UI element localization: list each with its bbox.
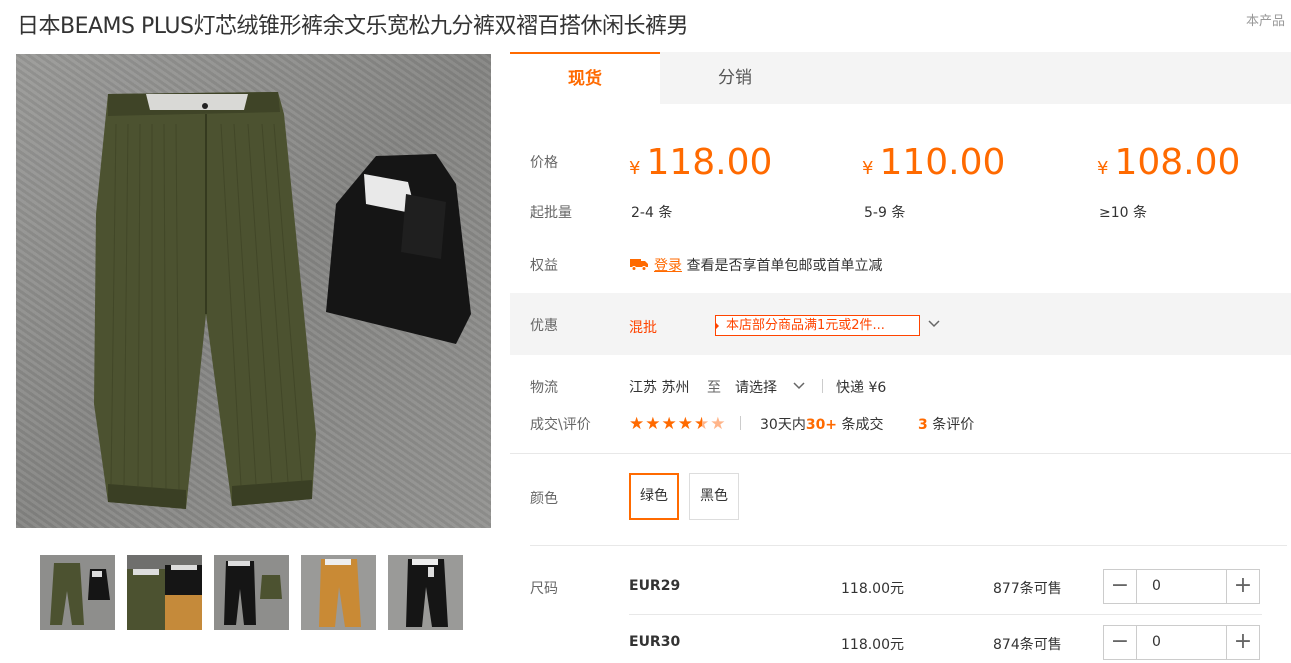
color-label: 颜色 (530, 491, 558, 507)
price-label: 价格 (530, 155, 558, 171)
moq-tier-3: ≥10 条 (1099, 205, 1147, 221)
thumbnail-5[interactable] (388, 555, 463, 630)
mixed-batch-label: 混批 (629, 320, 657, 336)
quantity-input[interactable]: 0 (1136, 626, 1227, 659)
promo-label: 优惠 (530, 318, 558, 334)
price-value: 108.00 (1114, 142, 1241, 183)
size-name: EUR30 (629, 634, 681, 650)
divider (822, 379, 823, 393)
tab-in-stock[interactable]: 现货 (510, 52, 660, 104)
decrement-button[interactable]: − (1104, 626, 1136, 659)
login-link[interactable]: 登录 (654, 258, 682, 274)
color-option-green[interactable]: 绿色 (629, 473, 679, 520)
size-label: 尺码 (530, 581, 558, 597)
promo-tag[interactable]: 本店部分商品满1元或2件... (715, 315, 920, 336)
currency-symbol: ¥ (862, 158, 874, 179)
ship-from: 江苏 苏州 (629, 380, 690, 396)
main-product-image[interactable] (16, 54, 491, 528)
color-option-black[interactable]: 黑色 (689, 473, 739, 520)
deals-label: 成交\评价 (530, 417, 591, 433)
shipping-fee: 快递 ¥6 (836, 380, 887, 396)
price-tier-2: ¥110.00 (862, 142, 1005, 183)
thumbnail-4[interactable] (301, 555, 376, 630)
deal-count: 30天内30+ 条成交 (760, 417, 884, 433)
thumbnail-2[interactable] (127, 555, 202, 630)
moq-tier-2: 5-9 条 (864, 205, 906, 221)
size-price: 118.00元 (841, 637, 904, 653)
thumbnail-1[interactable] (40, 555, 115, 630)
pants-illustration (94, 92, 471, 509)
price-tier-1: ¥118.00 (629, 142, 772, 183)
ship-to-word: 至 (707, 380, 721, 396)
currency-symbol: ¥ (629, 158, 641, 179)
increment-button[interactable]: + (1227, 626, 1259, 659)
decrement-button[interactable]: − (1104, 570, 1136, 603)
thumbnail-strip (40, 555, 463, 630)
moq-label: 起批量 (530, 205, 572, 221)
size-stock: 874条可售 (993, 637, 1062, 653)
tab-bar: 现货 分销 (510, 52, 1291, 104)
size-name: EUR29 (629, 578, 681, 594)
size-stock: 877条可售 (993, 581, 1062, 597)
price-value: 118.00 (646, 142, 773, 183)
this-product-link[interactable]: 本产品 (1246, 10, 1285, 29)
currency-symbol: ¥ (1097, 158, 1109, 179)
quantity-stepper: − 0 + (1103, 625, 1260, 660)
chevron-down-icon[interactable] (928, 319, 940, 329)
moq-tier-1: 2-4 条 (631, 205, 673, 221)
price-tier-3: ¥108.00 (1097, 142, 1240, 183)
review-count[interactable]: 3 条评价 (918, 414, 974, 434)
chevron-down-icon[interactable] (793, 381, 805, 391)
divider (740, 416, 741, 430)
product-title: 日本BEAMS PLUS灯芯绒锥形裤余文乐宽松九分裤双褶百搭休闲长裤男 (17, 14, 688, 39)
quantity-stepper: − 0 + (1103, 569, 1260, 604)
tab-distribution[interactable]: 分销 (660, 52, 810, 104)
rights-label: 权益 (530, 258, 558, 274)
divider (530, 545, 1287, 546)
rating-stars: ★★★★★★ (629, 414, 727, 434)
destination-select[interactable]: 请选择 (735, 377, 777, 397)
price-value: 110.00 (879, 142, 1006, 183)
thumbnail-3[interactable] (214, 555, 289, 630)
quantity-input[interactable]: 0 (1136, 570, 1227, 603)
size-price: 118.00元 (841, 581, 904, 597)
divider (629, 614, 1262, 615)
delivery-truck-icon (630, 259, 648, 271)
increment-button[interactable]: + (1227, 570, 1259, 603)
divider (510, 453, 1291, 454)
logistics-label: 物流 (530, 380, 558, 396)
rights-text: 登录 查看是否享首单包邮或首单立减 (654, 258, 883, 274)
